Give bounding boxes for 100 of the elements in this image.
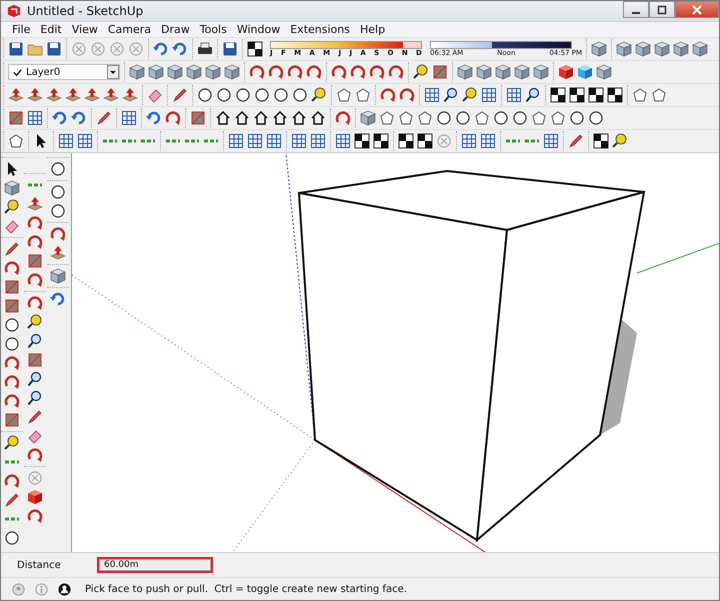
- menu-item[interactable]: Window: [232, 22, 286, 37]
- magnifier-icon[interactable]: [443, 87, 459, 103]
- orbit-icon[interactable]: [287, 64, 303, 80]
- orbit-icon[interactable]: [165, 110, 181, 126]
- polygon-icon[interactable]: [398, 110, 414, 126]
- cube-icon[interactable]: [27, 489, 43, 505]
- cube-icon[interactable]: [616, 41, 632, 57]
- polygon-icon[interactable]: [417, 110, 433, 126]
- push-pull-icon[interactable]: [103, 87, 119, 103]
- undo-icon[interactable]: [172, 41, 188, 57]
- grid-icon[interactable]: [310, 133, 326, 149]
- grid-icon[interactable]: [58, 133, 74, 149]
- circle-icon[interactable]: [512, 110, 528, 126]
- cube-icon[interactable]: [224, 64, 240, 80]
- house-icon[interactable]: [215, 110, 231, 126]
- grid-icon[interactable]: [543, 133, 559, 149]
- circle-icon[interactable]: [588, 110, 604, 126]
- menu-item[interactable]: File: [7, 22, 36, 37]
- pencil-icon[interactable]: [568, 133, 584, 149]
- polygon-icon[interactable]: [336, 87, 352, 103]
- square-icon[interactable]: [27, 352, 43, 368]
- undo-icon[interactable]: [50, 291, 66, 307]
- orbit-icon[interactable]: [369, 64, 385, 80]
- pencil-icon[interactable]: [4, 241, 20, 257]
- maximize-button[interactable]: [649, 1, 675, 18]
- cube-icon[interactable]: [577, 64, 593, 80]
- cube-icon[interactable]: [533, 64, 549, 80]
- cube-icon[interactable]: [654, 41, 670, 57]
- orbit-icon[interactable]: [306, 64, 322, 80]
- circle-icon[interactable]: [436, 110, 452, 126]
- orbit-icon[interactable]: [4, 260, 20, 276]
- eraser-icon[interactable]: [27, 428, 43, 444]
- grid-icon[interactable]: [27, 110, 43, 126]
- circle-icon[interactable]: [50, 203, 66, 219]
- checker-icon[interactable]: [607, 87, 623, 103]
- orbit-icon[interactable]: [4, 473, 20, 489]
- pencil-icon[interactable]: [172, 87, 188, 103]
- close-button[interactable]: [675, 1, 719, 18]
- minimize-button[interactable]: [623, 1, 649, 18]
- orbit-icon[interactable]: [350, 64, 366, 80]
- magnifier-icon[interactable]: [27, 333, 43, 349]
- cube-icon[interactable]: [476, 64, 492, 80]
- cube-icon[interactable]: [205, 64, 221, 80]
- push-pull-icon[interactable]: [27, 196, 43, 212]
- circle-icon[interactable]: [455, 110, 471, 126]
- magnifier-icon[interactable]: [27, 371, 43, 387]
- checker-icon[interactable]: [593, 133, 609, 149]
- undo-icon[interactable]: [146, 110, 162, 126]
- orbit-icon[interactable]: [388, 64, 404, 80]
- pencil-icon[interactable]: [96, 110, 112, 126]
- orbit-icon[interactable]: [4, 374, 20, 390]
- eraser-icon[interactable]: [147, 87, 163, 103]
- push-pull-icon[interactable]: [50, 245, 66, 261]
- orbit-icon[interactable]: [268, 64, 284, 80]
- menu-item[interactable]: Extensions: [285, 22, 355, 37]
- push-pull-icon[interactable]: [65, 87, 81, 103]
- cube-icon[interactable]: [50, 268, 66, 284]
- polygon-icon[interactable]: [651, 87, 667, 103]
- grid-icon[interactable]: [506, 87, 522, 103]
- cube-icon[interactable]: [635, 41, 651, 57]
- orbit-icon[interactable]: [335, 110, 351, 126]
- polygon-icon[interactable]: [474, 110, 490, 126]
- circle-icon[interactable]: [292, 87, 308, 103]
- save-icon[interactable]: [46, 41, 62, 57]
- orbit-icon[interactable]: [27, 447, 43, 463]
- polygon-icon[interactable]: [8, 133, 24, 149]
- circle-icon[interactable]: [216, 87, 232, 103]
- orbit-icon[interactable]: [27, 215, 43, 231]
- circle-icon[interactable]: [254, 87, 270, 103]
- cube-icon[interactable]: [596, 64, 612, 80]
- polygon-icon[interactable]: [550, 110, 566, 126]
- orbit-icon[interactable]: [331, 64, 347, 80]
- circle-icon[interactable]: [4, 317, 20, 333]
- cube-icon[interactable]: [457, 64, 473, 80]
- layer-dropdown[interactable]: Layer0: [8, 64, 120, 80]
- checker-icon[interactable]: [569, 87, 585, 103]
- house-icon[interactable]: [234, 110, 250, 126]
- polygon-icon[interactable]: [632, 87, 648, 103]
- cube-icon[interactable]: [129, 64, 145, 80]
- magnifier-icon[interactable]: [27, 390, 43, 406]
- circle-icon[interactable]: [4, 336, 20, 352]
- date-slider[interactable]: [271, 42, 403, 48]
- magnifier-icon[interactable]: [525, 87, 541, 103]
- grid-icon[interactable]: [461, 133, 477, 149]
- push-pull-icon[interactable]: [122, 87, 138, 103]
- save-icon[interactable]: [8, 41, 24, 57]
- orbit-icon[interactable]: [27, 234, 43, 250]
- menu-item[interactable]: Edit: [35, 22, 67, 37]
- grid-icon[interactable]: [228, 133, 244, 149]
- orbit-icon[interactable]: [4, 355, 20, 371]
- cube-icon[interactable]: [167, 64, 183, 80]
- checker-icon[interactable]: [247, 41, 263, 57]
- cube-icon[interactable]: [514, 64, 530, 80]
- push-pull-icon[interactable]: [84, 87, 100, 103]
- grid-icon[interactable]: [266, 133, 282, 149]
- house-icon[interactable]: [291, 110, 307, 126]
- square-icon[interactable]: [4, 279, 20, 295]
- cube-icon[interactable]: [558, 64, 574, 80]
- polygon-icon[interactable]: [379, 110, 395, 126]
- printer-icon[interactable]: [197, 41, 213, 57]
